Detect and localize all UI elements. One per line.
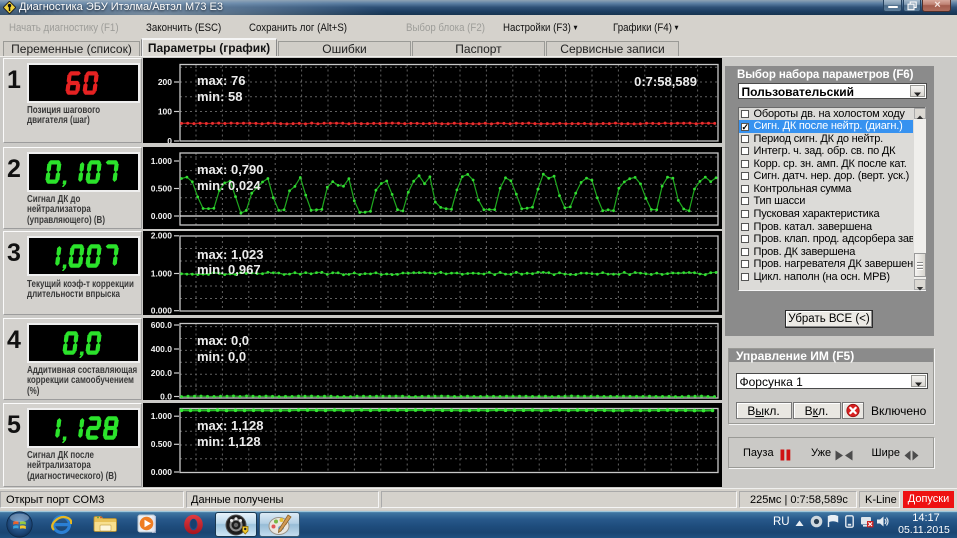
svg-text:600.0: 600.0: [151, 319, 173, 329]
svg-text:0.000: 0.000: [151, 466, 173, 476]
svg-text:0: 0: [167, 135, 172, 142]
svg-text:1.000: 1.000: [151, 268, 173, 278]
svg-text:200.0: 200.0: [151, 367, 173, 377]
svg-text:1.000: 1.000: [151, 155, 173, 165]
svg-text:0.000: 0.000: [151, 306, 173, 316]
svg-text:400.0: 400.0: [151, 343, 173, 353]
svg-text:0.0: 0.0: [160, 391, 172, 400]
svg-text:0.500: 0.500: [151, 183, 173, 193]
svg-text:100: 100: [158, 106, 172, 116]
svg-text:2.000: 2.000: [151, 231, 173, 241]
svg-text:0.500: 0.500: [151, 439, 173, 449]
svg-text:1.000: 1.000: [151, 411, 173, 421]
svg-text:200: 200: [158, 76, 172, 86]
svg-text:0.000: 0.000: [151, 210, 173, 220]
